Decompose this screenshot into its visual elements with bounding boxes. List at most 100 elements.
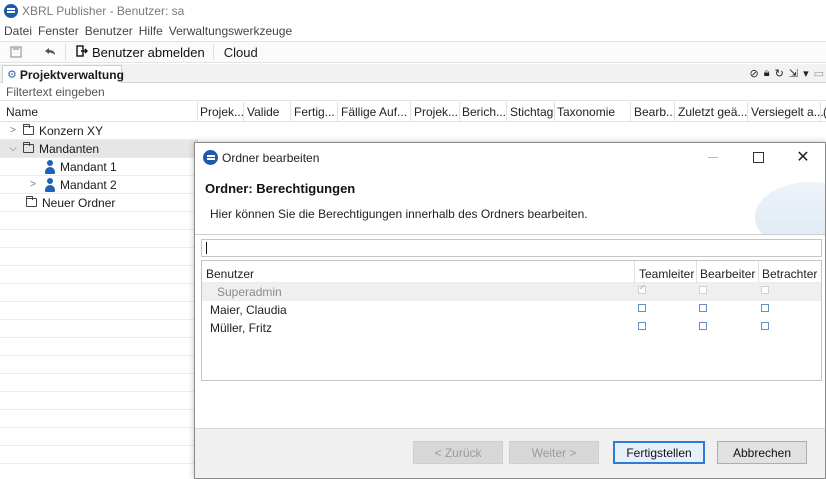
main-toolbar: Benutzer abmelden Cloud: [0, 41, 826, 63]
toolbar-separator: [212, 44, 214, 60]
tree-item-label: Neuer Ordner: [42, 195, 116, 210]
table-row: Müller, Fritz: [202, 319, 821, 337]
column-separator: [554, 102, 555, 122]
teamleiter-checkbox[interactable]: [638, 304, 646, 312]
column-header-bearb[interactable]: Bearb...: [634, 105, 676, 119]
user-name: Maier, Claudia: [210, 303, 287, 317]
permissions-table: Benutzer Teamleiter Bearbeiter Betrachte…: [201, 260, 822, 381]
column-header-stichtag[interactable]: Stichtag: [510, 105, 553, 119]
back-button[interactable]: < Zurück: [413, 441, 503, 464]
tree-item-label: Mandant 2: [60, 177, 117, 192]
column-header-teamleiter[interactable]: Teamleiter: [639, 267, 694, 281]
bearbeiter-checkbox[interactable]: [699, 286, 707, 294]
lock-icon[interactable]: 🔒︎: [764, 67, 770, 80]
column-header-projek[interactable]: Projek...: [200, 105, 244, 119]
column-header-betrachter[interactable]: Betrachter: [762, 267, 817, 281]
permission-search-input[interactable]: [201, 239, 822, 257]
user-icon: [45, 177, 55, 192]
column-header-benutzer[interactable]: Benutzer: [206, 267, 254, 281]
tab-projektverwaltung[interactable]: ⚙ Projektverwaltung: [2, 65, 124, 83]
column-separator: [410, 102, 411, 122]
betrachter-checkbox[interactable]: [761, 322, 769, 330]
menu-bar: Datei Fenster Benutzer Hilfe Verwaltungs…: [0, 21, 826, 41]
next-button[interactable]: Weiter >: [509, 441, 599, 464]
column-header-bearbeiter[interactable]: Bearbeiter: [700, 267, 755, 281]
tree-item-mandant-1[interactable]: Mandant 1: [0, 158, 198, 176]
column-header-name[interactable]: Name: [6, 105, 38, 119]
dialog-title: Ordner bearbeiten: [222, 150, 320, 165]
project-tree: > Konzern XY ⌵ Mandanten Mandant 1 > Man…: [0, 122, 198, 212]
tab-projektverwaltung-label: Projektverwaltung: [19, 67, 124, 82]
menu-datei[interactable]: Datei: [4, 24, 32, 38]
dialog-titlebar: Ordner bearbeiten ✕: [195, 143, 825, 172]
save-icon[interactable]: [9, 45, 23, 59]
column-header-row: Name Projek... Valide Fertig... Fällige …: [0, 102, 826, 122]
teamleiter-checkbox[interactable]: [638, 283, 646, 294]
menu-verwaltungswerkzeuge[interactable]: Verwaltungswerkzeuge: [169, 24, 292, 38]
column-header-bericht[interactable]: Berich...: [462, 105, 506, 119]
bearbeiter-checkbox[interactable]: [699, 322, 707, 330]
betrachter-checkbox[interactable]: [761, 286, 769, 294]
tree-item-mandanten[interactable]: ⌵ Mandanten: [0, 140, 198, 158]
tree-item-neuer-ordner[interactable]: Neuer Ordner: [0, 194, 198, 212]
app-logo-icon: [4, 3, 18, 18]
column-header-faellige[interactable]: Fällige Auf...: [341, 105, 407, 119]
column-header-projek-2[interactable]: Projek...: [414, 105, 458, 119]
tree-item-konzern-xy[interactable]: > Konzern XY: [0, 122, 198, 140]
menu-benutzer[interactable]: Benutzer: [85, 24, 133, 38]
logout-button[interactable]: Benutzer abmelden: [76, 45, 205, 60]
betrachter-checkbox[interactable]: [761, 304, 769, 312]
column-separator: [243, 102, 244, 122]
view-toolbar: ⊘ 🔒︎ ↻ ⇲ ▾ ▭: [750, 64, 826, 83]
minimize-icon[interactable]: [703, 147, 723, 167]
tree-item-mandant-2[interactable]: > Mandant 2: [0, 176, 198, 194]
dialog-heading: Ordner: Berechtigungen: [205, 181, 356, 196]
text-caret: [206, 242, 207, 254]
project-gear-icon: ⚙: [7, 69, 17, 81]
column-separator: [674, 102, 675, 122]
teamleiter-checkbox[interactable]: [638, 322, 646, 330]
dialog-header: Ordner: Berechtigungen Hier können Sie d…: [195, 172, 825, 235]
menu-fenster[interactable]: Fenster: [38, 24, 79, 38]
folder-icon: [26, 196, 37, 207]
refresh-icon[interactable]: ↻: [775, 67, 784, 80]
column-separator: [747, 102, 748, 122]
table-row: Superadmin: [202, 283, 821, 301]
folder-icon: [23, 142, 34, 153]
logout-button-label: Benutzer abmelden: [92, 44, 205, 60]
toolbar-separator: [65, 44, 66, 60]
column-header-fertig[interactable]: Fertig...: [294, 105, 335, 119]
window-titlebar: XBRL Publisher - Benutzer: sa: [0, 0, 826, 21]
undo-icon[interactable]: [43, 45, 57, 59]
close-icon[interactable]: ✕: [793, 147, 813, 167]
bearbeiter-checkbox[interactable]: [699, 304, 707, 312]
chevron-right-icon[interactable]: >: [8, 125, 18, 136]
finish-button[interactable]: Fertigstellen: [613, 441, 705, 464]
column-separator: [820, 102, 821, 122]
filter-input[interactable]: Filtertext eingeben: [0, 84, 826, 101]
user-icon: [45, 159, 55, 174]
column-separator: [290, 102, 291, 122]
column-header-valide[interactable]: Valide: [247, 105, 279, 119]
minimize-view-icon[interactable]: ▭: [814, 67, 824, 80]
cancel-button[interactable]: Abbrechen: [717, 441, 807, 464]
column-header-zuletzt[interactable]: Zuletzt geä...: [678, 105, 747, 119]
tree-empty-rows: [0, 212, 198, 464]
view-menu-icon[interactable]: ▾: [803, 67, 809, 80]
column-separator: [634, 261, 635, 283]
column-separator: [506, 102, 507, 122]
column-header-taxonomie[interactable]: Taxonomie: [557, 105, 615, 119]
export-icon[interactable]: ⇲: [789, 67, 798, 80]
cancel-circle-icon[interactable]: ⊘: [750, 67, 759, 80]
column-separator: [459, 102, 460, 122]
tree-item-label: Mandanten: [39, 141, 100, 156]
table-row: Maier, Claudia: [202, 301, 821, 319]
column-separator: [758, 261, 759, 283]
column-header-versiegelt[interactable]: Versiegelt a...: [751, 105, 824, 119]
maximize-icon[interactable]: [748, 147, 768, 167]
menu-hilfe[interactable]: Hilfe: [139, 24, 163, 38]
chevron-down-icon[interactable]: ⌵: [8, 143, 18, 154]
tree-item-label: Mandant 1: [60, 159, 117, 174]
cloud-button[interactable]: Cloud: [224, 45, 258, 60]
chevron-right-icon[interactable]: >: [28, 179, 38, 190]
